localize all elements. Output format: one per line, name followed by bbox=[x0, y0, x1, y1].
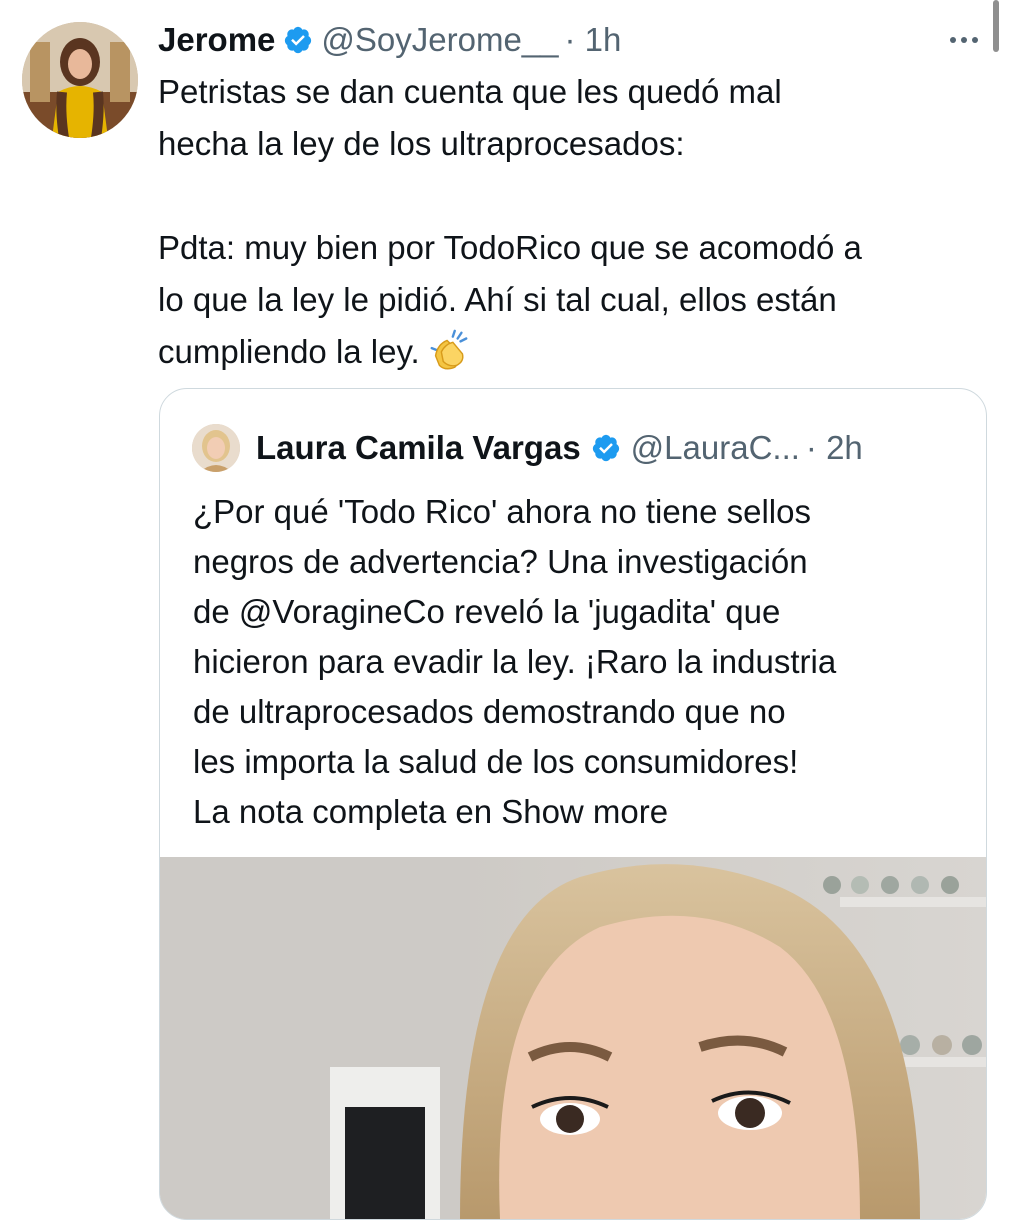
tweet-header: Jerome @SoyJerome__ · 1h bbox=[158, 18, 621, 62]
quoted-line: hicieron para evadir la ley. ¡Raro la in… bbox=[193, 643, 837, 680]
quoted-author-name[interactable]: Laura Camila Vargas bbox=[256, 429, 581, 467]
video-frame-image bbox=[160, 857, 986, 1219]
quoted-line: les importa la salud de los consumidores… bbox=[193, 743, 799, 780]
author-avatar[interactable] bbox=[22, 22, 138, 138]
tweet-text: Petristas se dan cuenta que les quedó ma… bbox=[158, 66, 998, 378]
tweet-time[interactable]: · 1h bbox=[565, 21, 622, 59]
clapping-hands-emoji bbox=[430, 329, 468, 370]
quoted-line: ¿Por qué 'Todo Rico' ahora no tiene sell… bbox=[193, 493, 811, 530]
scrollbar[interactable] bbox=[993, 0, 999, 52]
author-name[interactable]: Jerome bbox=[158, 21, 275, 59]
quoted-author-handle[interactable]: @LauraC... bbox=[631, 429, 800, 467]
tweet-line: Petristas se dan cuenta que les quedó ma… bbox=[158, 73, 782, 110]
quoted-tweet[interactable]: Laura Camila Vargas @LauraC... · 2h ¿Por… bbox=[159, 388, 987, 1220]
quoted-line: negros de advertencia? Una investigación bbox=[193, 543, 808, 580]
tweet-line: Pdta: muy bien por TodoRico que se acomo… bbox=[158, 229, 862, 266]
tweet-line-last: cumpliendo la ley. bbox=[158, 326, 998, 378]
quoted-line: de ultraprocesados demostrando que no bbox=[193, 693, 786, 730]
quoted-tweet-video-thumbnail[interactable] bbox=[160, 857, 986, 1219]
quoted-line: La nota completa en Show more bbox=[193, 793, 669, 830]
quoted-line: de @VoragineCo reveló la 'jugadita' que bbox=[193, 593, 781, 630]
quoted-tweet-time[interactable]: · 2h bbox=[806, 429, 863, 467]
quoted-author-avatar[interactable] bbox=[192, 424, 240, 472]
tweet-line: lo que la ley le pidió. Ahí si tal cual,… bbox=[158, 281, 837, 318]
more-options-icon[interactable] bbox=[944, 22, 984, 58]
verified-badge-icon bbox=[285, 26, 312, 54]
tweet-line: cumpliendo la ley. bbox=[158, 333, 420, 370]
quoted-tweet-text: ¿Por qué 'Todo Rico' ahora no tiene sell… bbox=[193, 487, 973, 837]
tweet-line: hecha la ley de los ultraprocesados: bbox=[158, 125, 685, 162]
verified-badge-icon bbox=[592, 434, 619, 462]
author-handle[interactable]: @SoyJerome__ bbox=[321, 21, 558, 59]
quoted-tweet-header: Laura Camila Vargas @LauraC... · 2h bbox=[192, 423, 863, 473]
